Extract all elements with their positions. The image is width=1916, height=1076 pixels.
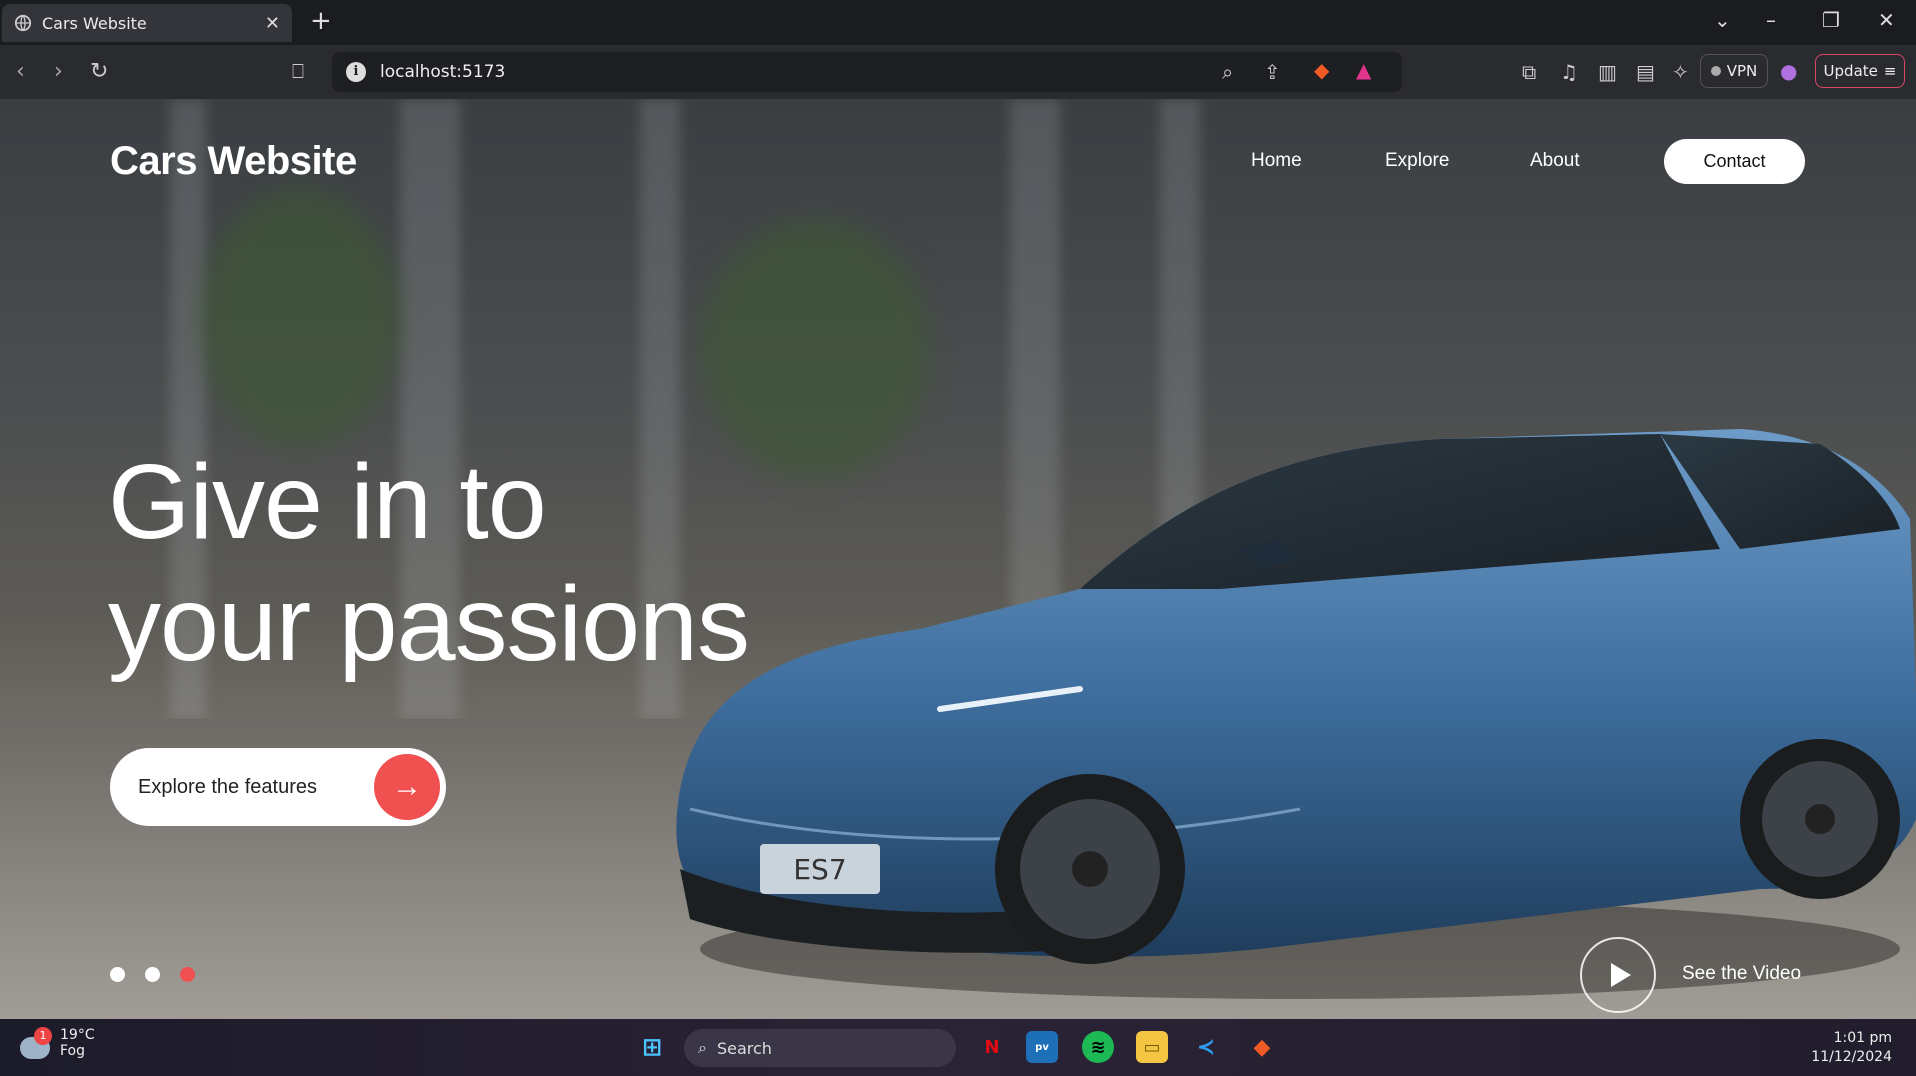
nav-home-link[interactable]: Home (1251, 150, 1302, 172)
restore-icon[interactable]: ❐ (1822, 8, 1840, 32)
slide-dot[interactable] (110, 967, 125, 982)
weather-temp: 19°C (60, 1027, 95, 1043)
browser-tab[interactable]: Cars Website ✕ (2, 4, 292, 42)
tab-title: Cars Website (42, 13, 147, 33)
nav-explore-link[interactable]: Explore (1385, 150, 1449, 172)
weather-widget[interactable]: 1 19°C Fog (20, 1027, 95, 1059)
site-info-icon[interactable]: i (346, 62, 366, 82)
browser-tabstrip: Cars Website ✕ + ⌄ – ❐ ✕ (0, 0, 1916, 45)
weather-badge: 1 (34, 1027, 52, 1045)
search-icon: ⌕ (698, 1038, 707, 1057)
prime-video-icon[interactable]: pv (1026, 1031, 1058, 1063)
see-video-label[interactable]: See the Video (1682, 963, 1801, 985)
globe-icon (14, 14, 32, 32)
bookmark-icon[interactable]: ⎕ (292, 59, 304, 83)
weather-desc: Fog (60, 1043, 86, 1059)
play-icon (1610, 963, 1631, 987)
brave-rewards-icon[interactable]: ▲ (1356, 58, 1371, 82)
minimize-icon[interactable]: – (1766, 8, 1776, 32)
play-video-button[interactable] (1580, 937, 1656, 1013)
hero-headline-line1: Give in to (108, 443, 547, 561)
brave-browser-icon[interactable]: ◆ (1246, 1031, 1278, 1063)
arrow-right-icon: → (374, 754, 440, 820)
share-icon[interactable]: ⇪ (1264, 60, 1281, 84)
wallet-icon[interactable]: ▤ (1636, 60, 1655, 84)
vpn-status-icon (1710, 66, 1721, 76)
update-label: Update (1823, 62, 1878, 80)
vpn-button[interactable]: VPN (1700, 54, 1768, 88)
slide-dot-active[interactable] (180, 967, 195, 982)
hero-section: ES7 Cars Website Home Explore About Cont… (0, 99, 1916, 1019)
leo-ai-icon[interactable]: ✧ (1672, 60, 1689, 84)
browser-toolbar: ‹ › ↻ ⎕ i localhost:5173 ⌕ ⇪ ◆ ▲ ⧉ ♫ ▥ ▤… (0, 45, 1916, 99)
contact-button[interactable]: Contact (1664, 139, 1805, 184)
zoom-icon[interactable]: ⌕ (1222, 60, 1233, 84)
url-text: localhost:5173 (380, 62, 506, 82)
taskbar: 1 19°C Fog ⊞ ⌕ Search N pv ≋ ▭ ≺ ◆ 1:01 … (0, 1019, 1916, 1076)
cta-label: Explore the features (138, 775, 317, 798)
brave-shields-icon[interactable]: ◆ (1314, 58, 1329, 82)
tab-list-icon[interactable]: ⌄ (1714, 8, 1731, 32)
nav-about-link[interactable]: About (1530, 150, 1580, 172)
new-tab-icon[interactable]: + (310, 6, 332, 36)
slide-dot[interactable] (145, 967, 160, 982)
forward-icon[interactable]: › (54, 59, 63, 84)
explore-features-button[interactable]: Explore the features → (110, 748, 446, 826)
media-icon[interactable]: ♫ (1560, 60, 1578, 84)
site-brand[interactable]: Cars Website (110, 139, 357, 184)
update-button[interactable]: Update ≡ (1815, 54, 1905, 88)
system-clock[interactable]: 1:01 pm 11/12/2024 (1811, 1029, 1892, 1067)
hero-headline-line2: your passions (108, 565, 750, 683)
back-icon[interactable]: ‹ (16, 59, 25, 84)
taskbar-search[interactable]: ⌕ Search (684, 1029, 956, 1067)
windows-start-icon[interactable]: ⊞ (636, 1031, 668, 1063)
reload-icon[interactable]: ↻ (90, 59, 108, 84)
hero-car-image: ES7 (676, 429, 1916, 999)
close-window-icon[interactable]: ✕ (1878, 8, 1895, 32)
license-plate: ES7 (793, 853, 846, 886)
tab-close-icon[interactable]: ✕ (265, 13, 280, 34)
menu-icon: ≡ (1883, 62, 1897, 80)
spotify-icon[interactable]: ≋ (1082, 1031, 1114, 1063)
netflix-icon[interactable]: N (976, 1031, 1008, 1063)
vpn-label: VPN (1726, 62, 1758, 80)
search-placeholder: Search (716, 1038, 772, 1058)
profile-icon[interactable]: ● (1780, 59, 1797, 83)
clock-time: 1:01 pm (1833, 1030, 1892, 1046)
vscode-icon[interactable]: ≺ (1190, 1031, 1222, 1063)
file-explorer-icon[interactable]: ▭ (1136, 1031, 1168, 1063)
sidebar-icon[interactable]: ▥ (1598, 60, 1617, 84)
background-tree (200, 189, 400, 449)
clock-date: 11/12/2024 (1811, 1049, 1892, 1065)
address-bar[interactable]: i localhost:5173 ⌕ ⇪ ◆ ▲ (332, 52, 1402, 92)
extensions-icon[interactable]: ⧉ (1522, 60, 1536, 84)
fog-icon: 1 (20, 1027, 52, 1059)
